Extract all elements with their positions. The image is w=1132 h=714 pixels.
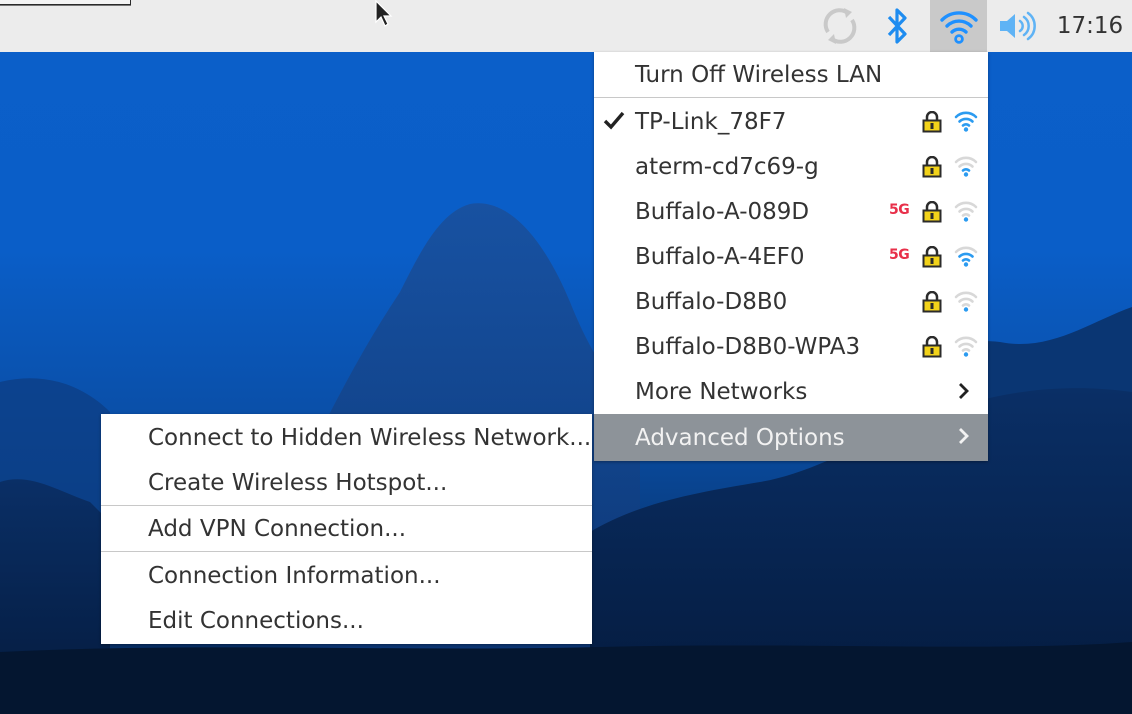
- network-item-buffalo-a-089d[interactable]: Buffalo-A-089D 5G: [594, 189, 988, 234]
- network-ssid: aterm-cd7c69-g: [635, 153, 819, 180]
- network-ssid: Buffalo-D8B0: [635, 288, 788, 315]
- network-item-buffalo-d8b0-wpa3[interactable]: Buffalo-D8B0-WPA3: [594, 324, 988, 369]
- menu-item-label: Turn Off Wireless LAN: [635, 61, 883, 88]
- chevron-right-icon: [959, 383, 969, 399]
- chevron-right-icon: [959, 428, 969, 444]
- network-item-buffalo-d8b0[interactable]: Buffalo-D8B0: [594, 279, 988, 324]
- window-button[interactable]: [0, 0, 131, 5]
- taskbar-panel: 17:16: [0, 0, 1132, 52]
- connect-hidden-network-item[interactable]: Connect to Hidden Wireless Network...: [101, 415, 592, 460]
- sync-icon[interactable]: [812, 0, 868, 52]
- signal-strength-icon: [954, 246, 978, 267]
- network-item-buffalo-a-4ef0[interactable]: Buffalo-A-4EF0 5G: [594, 234, 988, 279]
- network-item-tp-link[interactable]: TP-Link_78F7: [594, 99, 988, 144]
- menu-item-label: More Networks: [635, 378, 808, 405]
- advanced-options-submenu: Connect to Hidden Wireless Network... Cr…: [101, 414, 592, 644]
- check-icon: [603, 111, 625, 130]
- bluetooth-icon[interactable]: [876, 0, 920, 52]
- menu-separator: [594, 97, 988, 98]
- menu-item-label: Add VPN Connection...: [148, 515, 407, 542]
- signal-strength-icon: [954, 291, 978, 312]
- clock[interactable]: 17:16: [1052, 0, 1128, 52]
- menu-item-label: Create Wireless Hotspot...: [148, 469, 448, 496]
- band-5g-badge: 5G: [889, 202, 910, 218]
- connection-information-item[interactable]: Connection Information...: [101, 553, 592, 598]
- more-networks-item[interactable]: More Networks: [594, 369, 988, 414]
- add-vpn-item[interactable]: Add VPN Connection...: [101, 506, 592, 551]
- lock-icon: [922, 156, 942, 178]
- lock-icon: [922, 291, 942, 313]
- lock-icon: [922, 336, 942, 358]
- menu-separator: [101, 551, 592, 552]
- create-hotspot-item[interactable]: Create Wireless Hotspot...: [101, 460, 592, 505]
- network-item-aterm[interactable]: aterm-cd7c69-g: [594, 144, 988, 189]
- turn-off-wireless-item[interactable]: Turn Off Wireless LAN: [594, 52, 988, 97]
- advanced-options-item[interactable]: Advanced Options: [594, 414, 988, 461]
- signal-strength-icon: [954, 201, 978, 222]
- menu-item-label: Edit Connections...: [148, 607, 364, 634]
- menu-item-label: Connect to Hidden Wireless Network...: [148, 424, 592, 451]
- network-ssid: Buffalo-A-4EF0: [635, 243, 805, 270]
- network-ssid: Buffalo-D8B0-WPA3: [635, 333, 861, 360]
- volume-icon[interactable]: [992, 0, 1042, 52]
- network-ssid: Buffalo-A-089D: [635, 198, 810, 225]
- edit-connections-item[interactable]: Edit Connections...: [101, 598, 592, 643]
- signal-strength-icon: [954, 336, 978, 357]
- wifi-icon[interactable]: [930, 0, 987, 52]
- menu-item-label: Connection Information...: [148, 562, 441, 589]
- lock-icon: [922, 111, 942, 133]
- signal-strength-icon: [954, 111, 978, 132]
- band-5g-badge: 5G: [889, 247, 910, 263]
- lock-icon: [922, 201, 942, 223]
- network-menu: Turn Off Wireless LAN TP-Link_78F7 aterm…: [594, 52, 988, 461]
- signal-strength-icon: [954, 156, 978, 177]
- menu-item-label: Advanced Options: [635, 424, 845, 451]
- network-ssid: TP-Link_78F7: [635, 108, 787, 135]
- mouse-cursor-icon: [375, 0, 393, 27]
- lock-icon: [922, 246, 942, 268]
